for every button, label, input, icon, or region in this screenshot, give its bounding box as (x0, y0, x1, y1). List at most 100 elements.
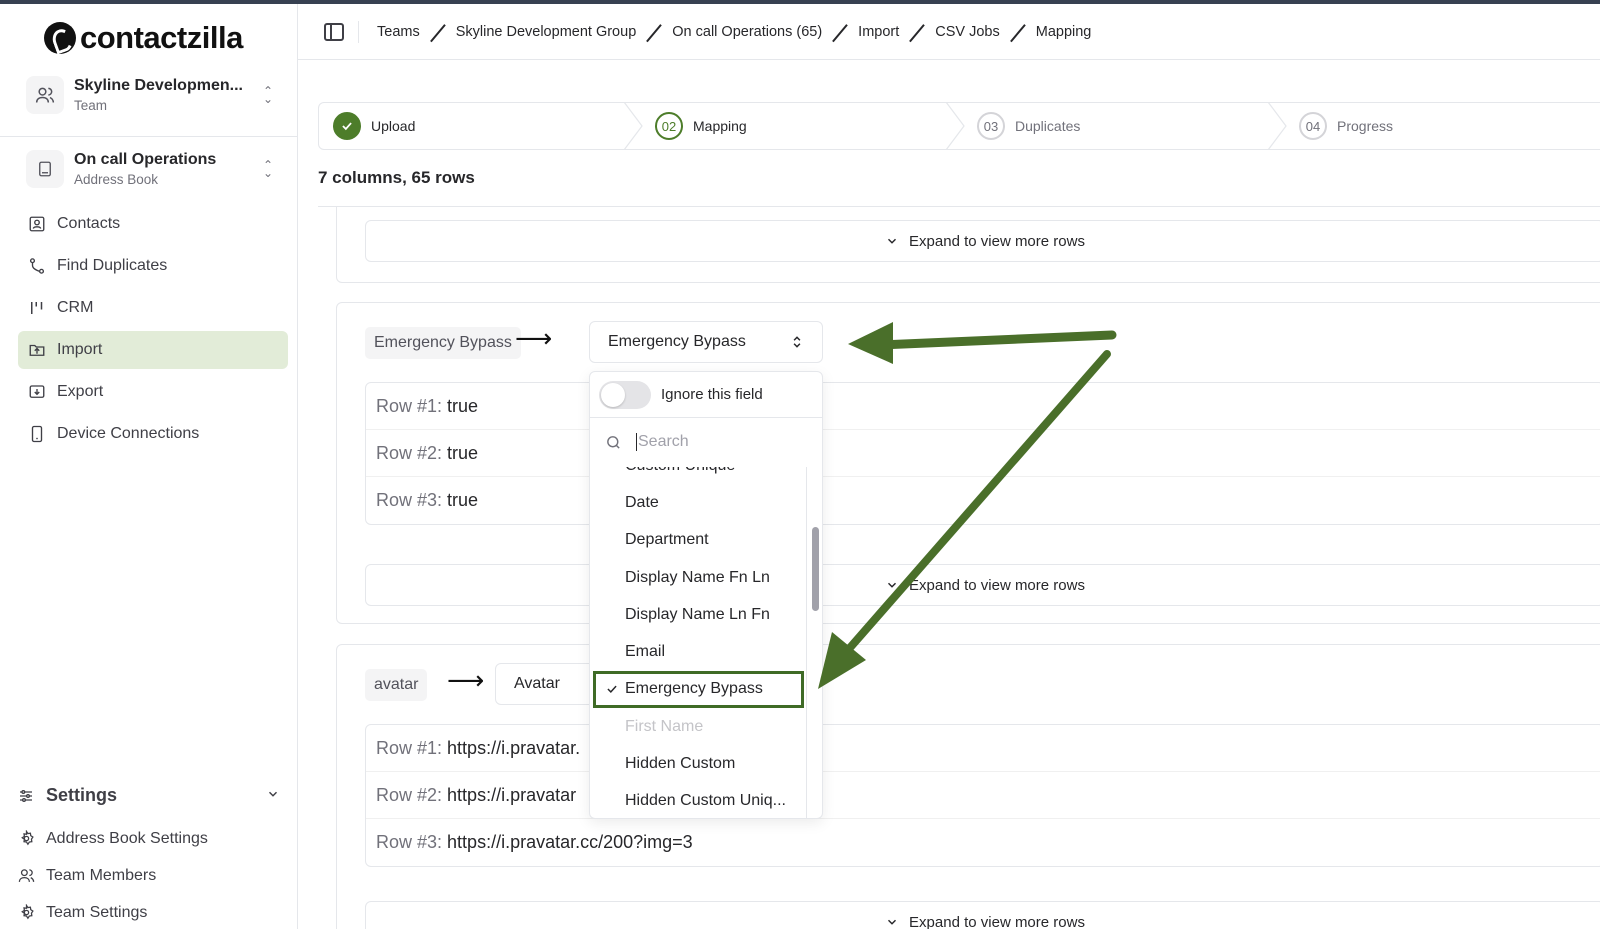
ignore-field-label: Ignore this field (661, 386, 763, 403)
option-email[interactable]: Email (590, 633, 808, 670)
sidebar-item-device-connections[interactable]: Device Connections (18, 415, 288, 453)
step-separator (945, 102, 965, 150)
breadcrumb-teams[interactable]: Teams (377, 24, 420, 40)
sidebar-item-import[interactable]: Import (18, 331, 288, 369)
gear-icon (18, 830, 36, 847)
expand-rows-button[interactable]: Expand to view more rows (365, 901, 1600, 929)
arrow-right-icon: ⟶ (447, 665, 485, 695)
step-upload[interactable]: Upload (319, 102, 643, 150)
ignore-field-row: Ignore this field (590, 372, 822, 418)
check-icon (605, 682, 619, 696)
step-progress[interactable]: 04 Progress (1285, 103, 1600, 149)
field-select-dropdown: Ignore this field Search Custom Unique D… (589, 371, 823, 819)
step-mapping[interactable]: 02 Mapping (641, 102, 965, 150)
settings-item-address-book[interactable]: Address Book Settings (18, 820, 280, 857)
app-logo[interactable]: contactzilla (44, 20, 243, 56)
option-display-name-ln-fn[interactable]: Display Name Ln Fn (590, 596, 808, 633)
option-first-name: First Name (625, 717, 704, 735)
breadcrumb-import[interactable]: Import (858, 24, 899, 40)
chevron-down-icon (885, 578, 899, 592)
mapping-card-avatar: avatar ⟶ Avatar Row #1: https://i.pravata… (336, 644, 1600, 929)
expand-label: Expand to view more rows (909, 913, 1085, 929)
header-divider (358, 20, 359, 43)
book-icon (26, 150, 64, 188)
sliders-icon (18, 788, 36, 804)
ignore-field-toggle[interactable] (599, 380, 651, 409)
settings-item-label: Team Members (46, 866, 157, 884)
sidebar-item-label: Find Duplicates (57, 257, 168, 274)
settings-heading: Settings (46, 785, 118, 805)
breadcrumb-separator (1011, 23, 1025, 41)
settings-item-team-members[interactable]: Team Members (18, 857, 280, 894)
breadcrumb: Teams Skyline Development Group On call … (377, 23, 1091, 41)
row-label: Row #3: (376, 490, 443, 510)
option-date[interactable]: Date (590, 484, 808, 521)
scrollbar-thumb[interactable] (812, 527, 819, 611)
sidebar-item-contacts[interactable]: Contacts (18, 205, 288, 243)
sidebar-item-crm[interactable]: CRM (18, 289, 288, 327)
chevron-down-icon (885, 915, 899, 929)
breadcrumb-separator (833, 23, 847, 41)
settings-item-label: Address Book Settings (46, 829, 208, 847)
search-input[interactable]: Search (638, 433, 689, 451)
dropdown-scrollbar[interactable] (806, 467, 822, 818)
sidebar-item-export[interactable]: Export (18, 373, 288, 411)
chevrons-up-down-icon (790, 334, 804, 350)
team-switcher[interactable]: Skyline Developmen... Team ⌃ ⌄ (26, 76, 276, 114)
row-value: https://i.pravatar.cc/200?img=3 (447, 832, 693, 852)
row-value: true (447, 442, 479, 463)
sample-rows: Row #1: https://i.pravatar. Row #2: https:… (365, 724, 1600, 867)
step-duplicates[interactable]: 03 Duplicates (963, 102, 1287, 150)
addressbook-switcher[interactable]: On call Operations Address Book ⌃ ⌄ (26, 150, 276, 188)
sample-row: Row #1: https://i.pravatar. (366, 725, 1600, 772)
option-emergency-bypass[interactable]: Emergency Bypass (593, 670, 804, 709)
breadcrumb-addressbook[interactable]: On call Operations (65) (672, 24, 822, 40)
row-value: https://i.pravatar. (447, 737, 581, 758)
target-field-select[interactable]: Emergency Bypass (589, 321, 823, 363)
breadcrumb-csv-jobs[interactable]: CSV Jobs (935, 24, 999, 40)
import-stepper: Upload 02 Mapping 03 Duplicates 04 Progr… (318, 102, 1600, 150)
dropdown-search[interactable]: Search (590, 418, 822, 466)
option-hidden-custom-unique[interactable]: Hidden Custom Uniq... (590, 783, 808, 818)
gear-icon (18, 904, 36, 921)
row-label: Row #1: (376, 737, 443, 758)
breadcrumb-mapping: Mapping (1035, 23, 1092, 40)
mapping-card-emergency-bypass: Emergency Bypass ⟶ Emergency Bypass Row … (336, 302, 1600, 624)
arrow-right-icon: ⟶ (515, 323, 553, 353)
export-icon (27, 382, 47, 402)
top-header: Teams Skyline Development Group On call … (298, 4, 1600, 60)
dropdown-options: Custom Unique Date Department Display Na… (590, 467, 808, 818)
row-label: Row #1: (376, 395, 443, 416)
settings-section-toggle[interactable]: Settings (18, 785, 280, 806)
sidebar-toggle-icon[interactable] (324, 22, 344, 41)
expand-rows-button[interactable]: Expand to view more rows (365, 564, 1600, 606)
option-custom-unique[interactable]: Custom Unique (590, 467, 808, 484)
addressbook-label: Address Book (74, 172, 159, 187)
breadcrumb-team[interactable]: Skyline Development Group (456, 24, 637, 40)
contacts-icon (27, 214, 47, 234)
option-department[interactable]: Department (590, 522, 808, 559)
sidebar-divider (0, 136, 298, 137)
option-hidden-custom[interactable]: Hidden Custom (590, 745, 808, 782)
chevrons-up-down-icon: ⌃ ⌄ (262, 158, 274, 180)
chevron-down-icon (266, 785, 280, 806)
expand-rows-button[interactable]: Expand to view more rows (365, 220, 1600, 262)
sidebar-item-find-duplicates[interactable]: Find Duplicates (18, 247, 288, 285)
option-display-name-fn-ln[interactable]: Display Name Fn Ln (590, 559, 808, 596)
sample-row: Row #3: https://i.pravatar.cc/200?img=3 (366, 819, 1600, 866)
mapping-card: Expand to view more rows (336, 206, 1600, 283)
sidebar-nav: Contacts Find Duplicates CRM Import Expo… (18, 205, 288, 457)
row-label: Row #2: (376, 442, 443, 463)
sidebar-item-label: Contacts (57, 215, 121, 232)
search-icon (605, 434, 622, 451)
expand-label: Expand to view more rows (909, 232, 1085, 250)
sample-row: Row #3: true (366, 477, 1600, 524)
breadcrumb-separator (910, 23, 924, 41)
settings-item-team-settings[interactable]: Team Settings (18, 894, 280, 929)
import-icon (27, 340, 47, 360)
sidebar-item-label: Device Connections (57, 425, 200, 442)
logo-text: contactzilla (80, 20, 243, 55)
sidebar-item-label: CRM (57, 299, 94, 316)
row-value: true (447, 395, 479, 416)
team-label: Team (74, 98, 108, 113)
